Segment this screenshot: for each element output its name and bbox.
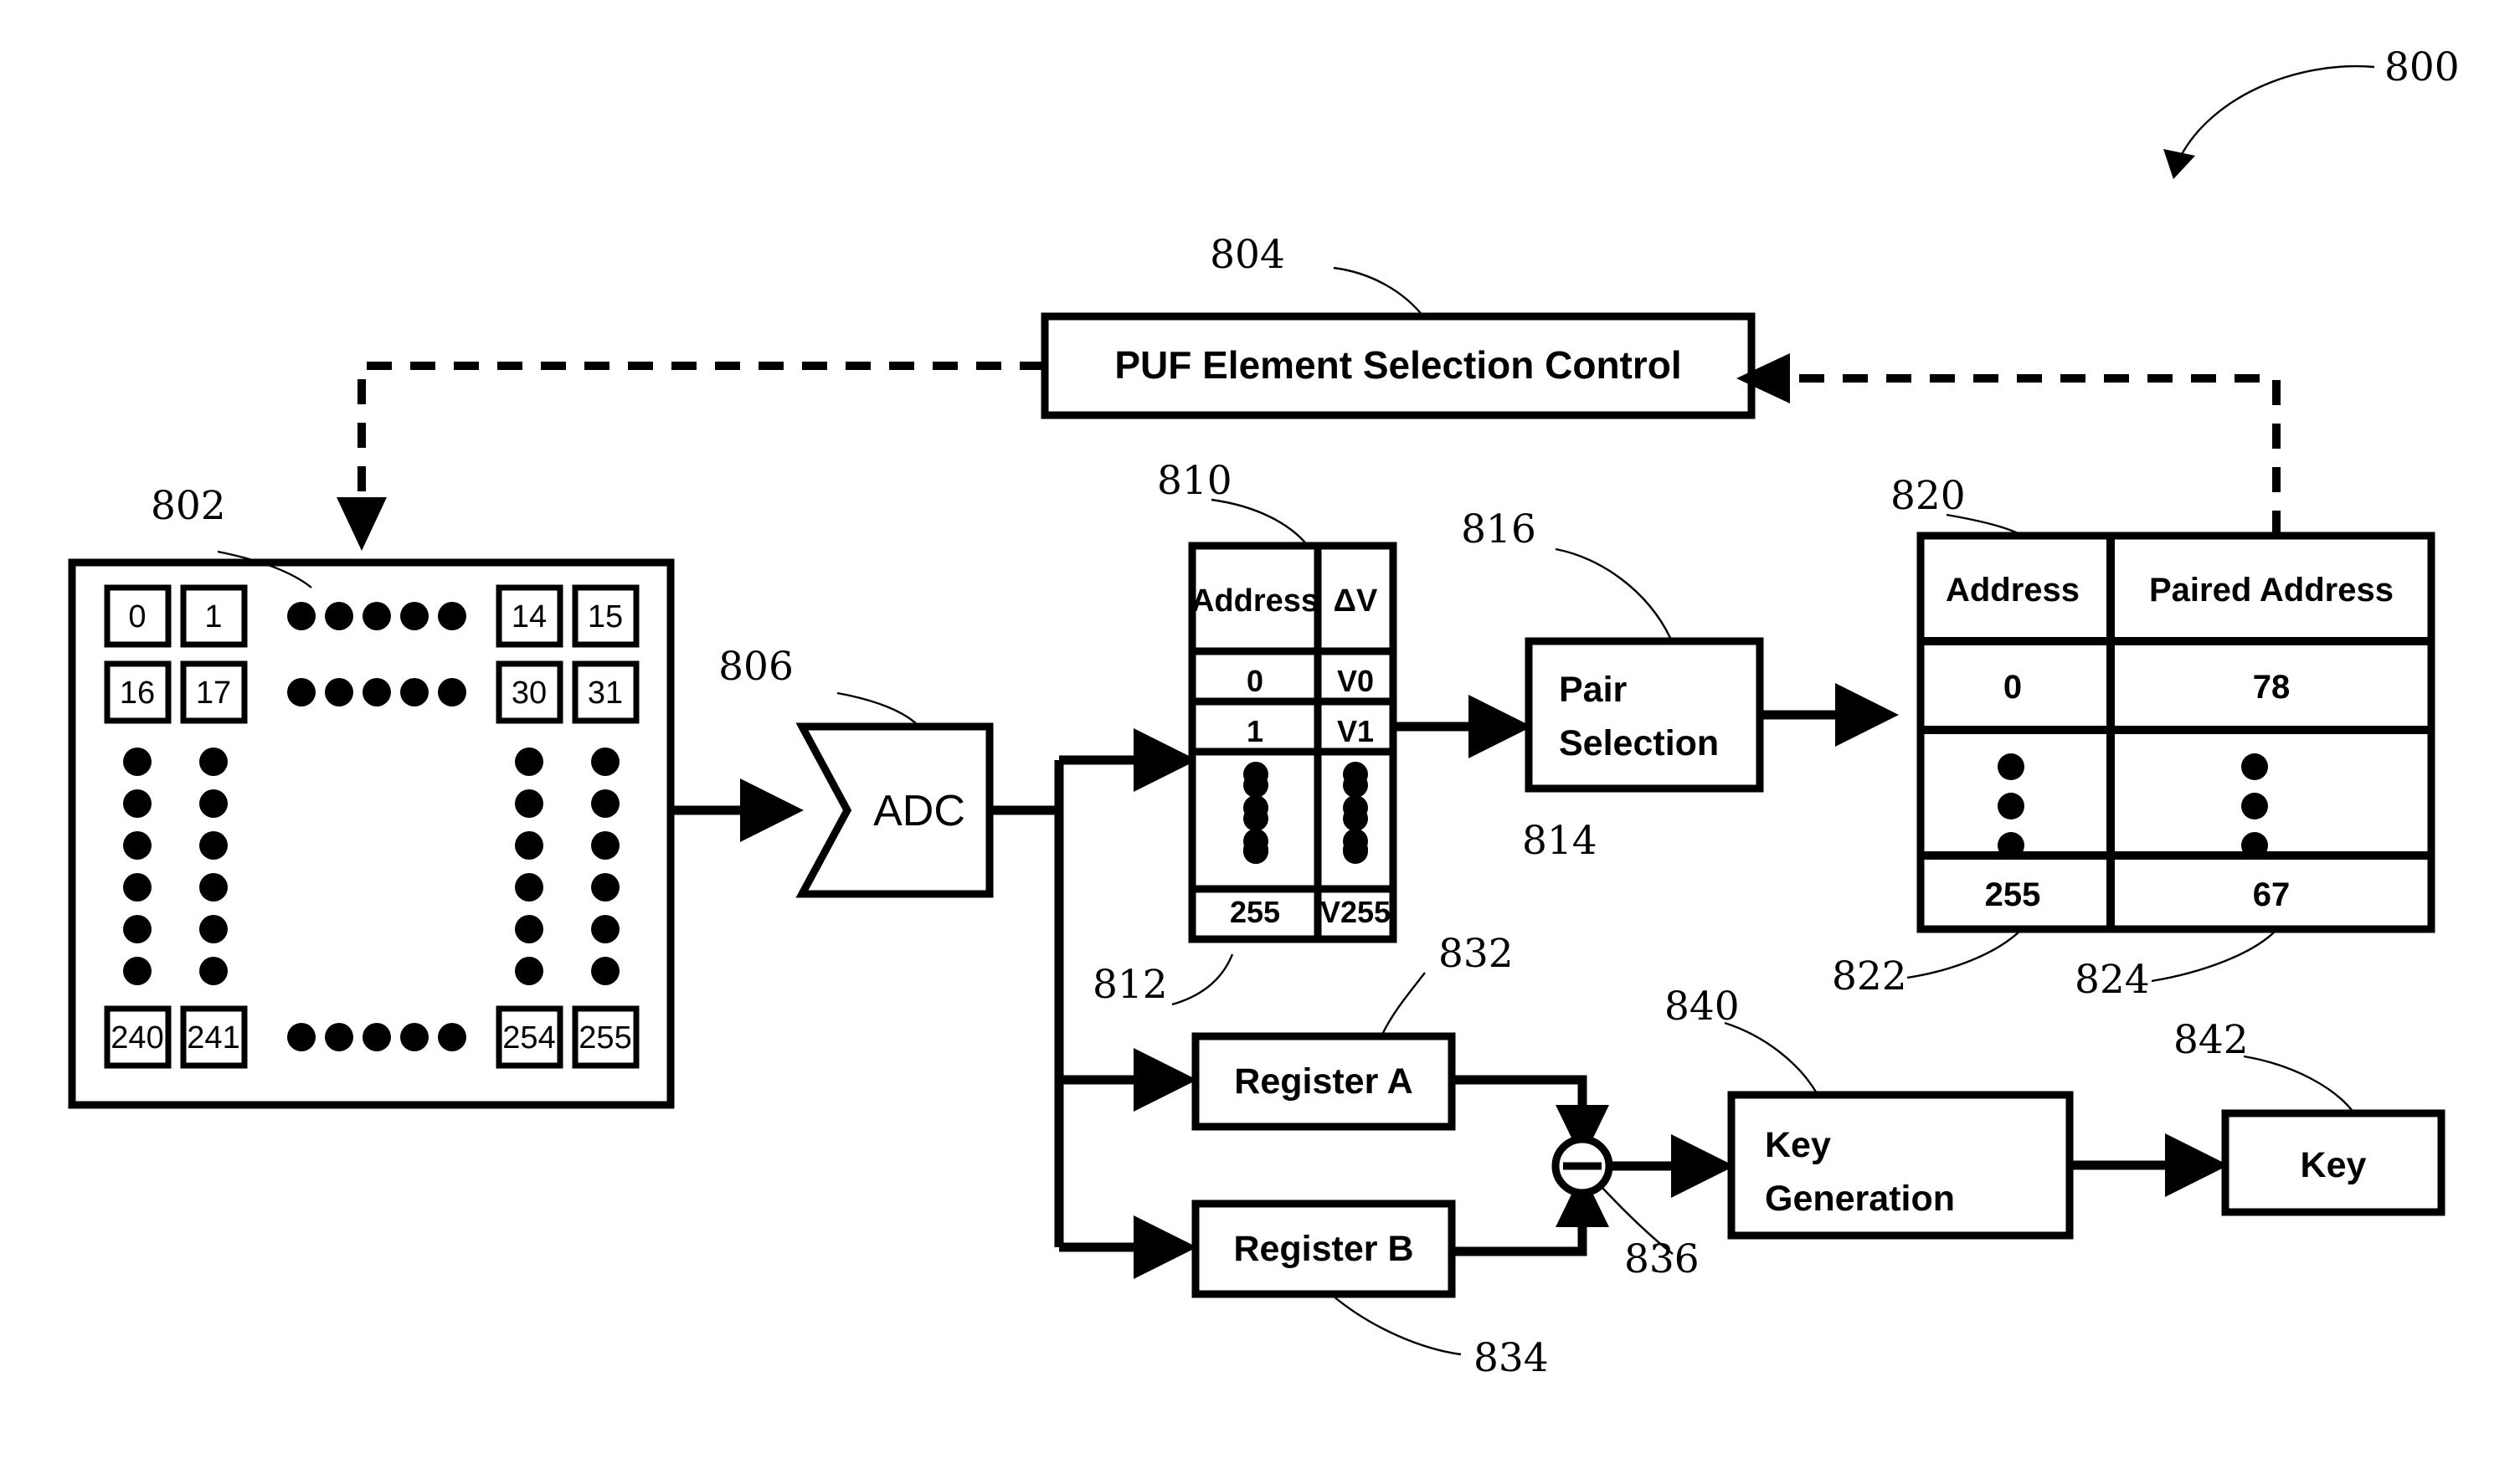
pair-selection-to-pair-table-wire — [1760, 683, 1899, 747]
ref-810: 810 — [1157, 458, 1232, 504]
array-cell-241: 241 — [187, 1020, 239, 1056]
figure-ref-800-leader — [2163, 64, 2375, 179]
array-cell-30: 30 — [512, 676, 547, 711]
key-generation-label-line1: Key — [1765, 1125, 1831, 1165]
xor-to-key-generation-wire — [1609, 1134, 1735, 1198]
pair-selection-label-line2: Selection — [1559, 723, 1719, 763]
array-cell-16: 16 — [120, 676, 155, 711]
array-cell-15: 15 — [588, 599, 623, 634]
pair-table-header-address: Address — [1946, 572, 2080, 609]
array-cell-31: 31 — [588, 676, 623, 711]
delta-table-dv-v0: V0 — [1337, 664, 1374, 698]
pair-table-to-control-dashed-wire — [1736, 353, 2281, 536]
ref-834: 834 — [1473, 1335, 1549, 1381]
array-cell-255: 255 — [579, 1020, 631, 1056]
xor-subtract-node[interactable] — [1551, 1135, 1613, 1197]
figure-canvas: 800 804 802 806 810 812 814 816 820 822 … — [0, 0, 2520, 1459]
array-to-adc-wire — [671, 778, 804, 842]
register-a-label: Register A — [1234, 1061, 1412, 1102]
key-generation-to-key-wire — [2070, 1133, 2229, 1197]
ref-822: 822 — [1832, 953, 1907, 999]
ref-814: 814 — [1522, 818, 1597, 864]
ref-824: 824 — [2075, 957, 2150, 1003]
pair-selection-block[interactable] — [1525, 637, 1764, 793]
array-cell-240: 240 — [111, 1020, 163, 1056]
array-cell-14: 14 — [512, 599, 547, 634]
ref-832: 832 — [1438, 931, 1514, 977]
delta-table-addr-1: 1 — [1247, 714, 1263, 748]
array-cell-0: 0 — [128, 599, 146, 634]
ref-812: 812 — [1093, 962, 1168, 1008]
ref-804: 804 — [1210, 232, 1285, 278]
ref-802: 802 — [151, 483, 226, 529]
delta-table-dv-v1: V1 — [1337, 714, 1374, 748]
delta-table-addr-0: 0 — [1247, 664, 1263, 698]
key-generation-label-line2: Generation — [1765, 1179, 1955, 1219]
delta-table-header-address: Address — [1191, 583, 1319, 619]
control-to-array-dashed-wire — [337, 362, 1045, 551]
pair-table-header-paired: Paired Address — [2149, 572, 2394, 609]
key-label: Key — [2301, 1145, 2367, 1185]
ref-836: 836 — [1624, 1236, 1700, 1282]
ref-800: 800 — [2384, 44, 2460, 90]
ref-806: 806 — [718, 644, 794, 690]
array-cell-17: 17 — [196, 676, 231, 711]
pair-table-paired-78: 78 — [2253, 669, 2291, 706]
delta-table-addr-255: 255 — [1230, 895, 1280, 929]
delta-table-to-pair-selection-wire — [1393, 695, 1532, 758]
array-cell-1: 1 — [204, 599, 222, 634]
control-block-label: PUF Element Selection Control — [1114, 343, 1681, 387]
array-cell-254: 254 — [502, 1020, 555, 1056]
pair-selection-label-line1: Pair — [1559, 670, 1628, 710]
ref-840: 840 — [1664, 984, 1740, 1030]
diagram-svg: 800 804 802 806 810 812 814 816 820 822 … — [68, 44, 2460, 1381]
delta-table-dv-v255: V255 — [1320, 895, 1391, 929]
delta-table-header-dv: ΔV — [1334, 583, 1378, 619]
ref-820: 820 — [1890, 473, 1966, 519]
ref-842: 842 — [2173, 1017, 2249, 1063]
pair-table-addr-255: 255 — [1985, 876, 2041, 913]
pair-table-addr-0: 0 — [2003, 669, 2022, 706]
adc-label: ADC — [873, 787, 965, 835]
register-b-label: Register B — [1233, 1229, 1413, 1269]
ref-816: 816 — [1461, 506, 1536, 552]
pair-table-paired-67: 67 — [2253, 876, 2291, 913]
